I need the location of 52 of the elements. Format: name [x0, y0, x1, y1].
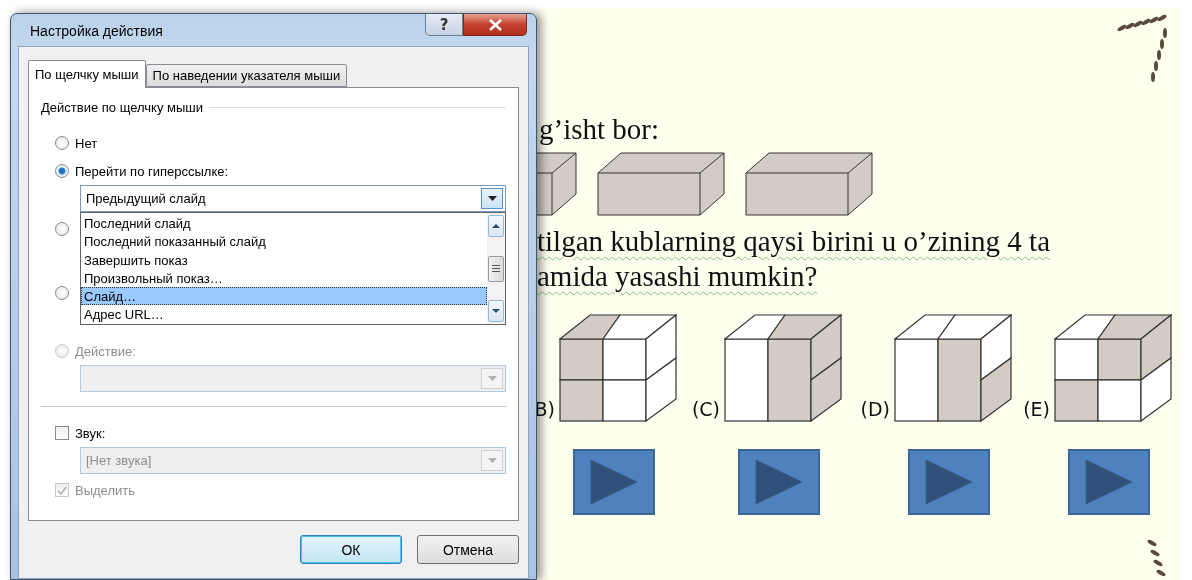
list-item[interactable]: Последний показанный слайд — [81, 232, 487, 251]
option-label: B) — [537, 398, 555, 420]
option-label: (E) — [1023, 398, 1050, 420]
checkbox-label: Звук: — [75, 425, 106, 441]
checkbox-label: Выделить — [75, 482, 135, 498]
caret-icon — [487, 196, 497, 201]
tab[interactable]: По щелчку мыши — [28, 60, 146, 88]
dialog-button[interactable]: ОК — [300, 535, 402, 564]
radio-button[interactable] — [55, 136, 69, 150]
radio-button[interactable] — [55, 222, 69, 236]
dialog-button[interactable]: Отмена — [417, 535, 519, 564]
radio-button[interactable] — [55, 286, 69, 300]
scroll-down-button[interactable] — [488, 300, 504, 322]
list-item[interactable]: Слайд… — [81, 287, 487, 306]
question-text: tilgan kublarning qaysi birini u o’zining 4 ta — [537, 224, 1052, 259]
radio-label: Перейти по гиперссылке: — [75, 163, 229, 179]
slide-text: g’isht bor: — [538, 113, 661, 146]
play-icon — [754, 458, 804, 506]
list-item[interactable]: Завершить показ — [81, 250, 487, 269]
checkbox[interactable] — [55, 426, 69, 440]
tab[interactable]: По наведении указателя мыши — [145, 64, 348, 87]
scroll-up-button[interactable] — [488, 215, 504, 237]
list-item[interactable]: Адрес URL… — [81, 305, 487, 324]
list-item[interactable]: Произвольный показ… — [81, 268, 487, 288]
hyperlink-dropdown[interactable]: Предыдущий слайд — [80, 185, 506, 212]
radio-button[interactable] — [55, 164, 69, 178]
close-button[interactable] — [463, 14, 527, 36]
check-icon — [57, 485, 67, 495]
option-label: (C) — [691, 398, 720, 420]
dropdown-button[interactable] — [481, 188, 503, 209]
play-button[interactable] — [1068, 449, 1150, 515]
option-label: (D) — [860, 398, 890, 420]
radio-label: Нет — [75, 135, 98, 151]
play-button[interactable] — [908, 449, 990, 515]
radio-label: Действие: — [75, 343, 136, 359]
group-label: Действие по щелчку мыши — [41, 100, 203, 115]
caret-icon — [487, 376, 497, 381]
grip-icon — [492, 265, 500, 272]
caret-icon — [487, 458, 497, 463]
up-arrow-icon — [492, 224, 500, 228]
list-item[interactable]: Последний слайд — [81, 214, 487, 233]
window-title: Настройка действия — [29, 22, 163, 39]
play-icon — [924, 458, 974, 506]
play-button[interactable] — [573, 449, 655, 515]
help-button[interactable]: ? — [425, 14, 463, 36]
play-button[interactable] — [738, 449, 820, 515]
close-icon — [488, 18, 502, 31]
down-arrow-icon — [492, 309, 500, 313]
play-icon — [1084, 458, 1134, 506]
play-icon — [589, 458, 639, 506]
scroll-thumb[interactable] — [488, 255, 504, 282]
question-text: amida yasashi mumkin? — [537, 259, 819, 294]
